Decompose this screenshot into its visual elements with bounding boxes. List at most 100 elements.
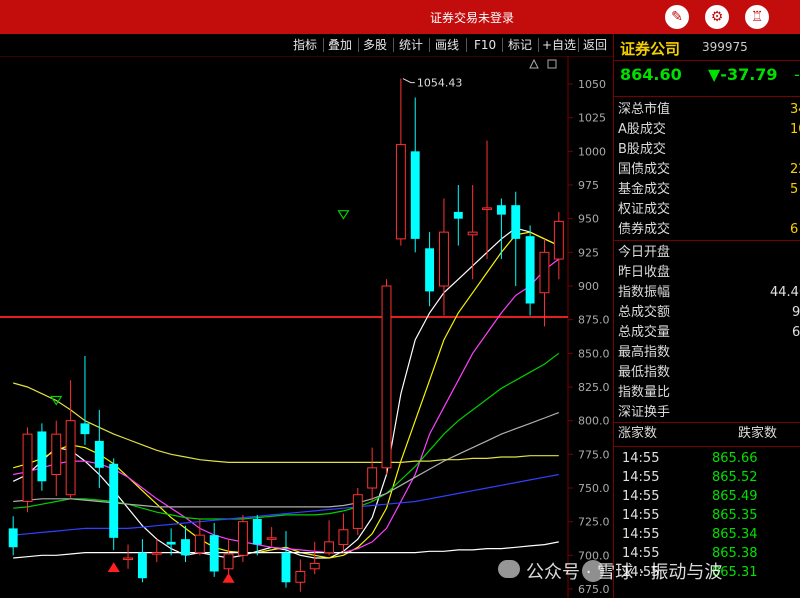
info-label: B股成交 [618,142,666,157]
candle-body [223,553,234,570]
chart-collapse-icon [529,58,539,69]
info-label: 最高指数 [618,345,671,360]
moving-average-line [12,227,560,559]
moving-average-line [13,473,559,536]
info-value: 108 [790,122,800,137]
candle-body [324,541,335,554]
tick-price: 865.49 [712,489,758,504]
info-label: 债券成交 [618,222,671,237]
candle-body [166,541,176,545]
tick-row: 14:55 865.35 [618,506,798,525]
buy-signal-arrow [222,573,235,583]
toolbar-separator [429,38,430,52]
info-label: 指数振幅 [618,285,671,300]
info-label: 深证换手 [618,405,671,420]
wrench-icon[interactable]: ✎ [665,5,689,29]
candle-body [94,440,104,468]
gear-icon[interactable]: ⚙ [705,5,729,29]
candle-body [525,236,535,304]
sell-signal-arrow [337,210,350,220]
y-tick-label: 775.0 [578,448,610,461]
y-tick-label: 750.0 [578,482,610,495]
candle-body [482,207,492,210]
candle-body [309,562,320,570]
toolbar-separator [502,38,503,52]
tick-row: 14:55 865.66 [618,449,798,468]
price-change-pct: - [794,65,800,84]
toolbar-back-button[interactable]: 返回 [583,36,607,54]
candle-body [295,570,306,583]
y-tick-label: 800.0 [578,415,610,428]
candlestick-chart[interactable]: 1050 1025 1000 975 950 925 900 875.0 850.0 825.0 8… [0,56,612,598]
divider [614,422,800,423]
candle-body [453,211,463,219]
stock-code: 399975 [702,40,748,54]
title-bar: 证券交易未登录 ✎ ⚙ ♖ [0,0,800,34]
tick-time: 14:55 [622,451,660,466]
current-price: 864.60 [620,65,682,84]
divider [614,446,800,447]
info-value: 22 [790,162,800,177]
y-tick-label: 950 [578,213,599,226]
toolbar-separator [358,38,359,52]
info-value: 6 [792,325,800,340]
info-label: 今日开盘 [618,245,671,260]
toolbar-f10-button[interactable]: F10 [474,36,496,54]
toolbar-indicator-button[interactable]: 指标 [293,36,317,54]
candle-body [539,251,550,294]
info-label: 指数量比 [618,385,671,400]
candle-body [252,518,262,545]
candle-body [496,205,506,215]
moving-average-line [13,352,560,520]
toolbar-draw-button[interactable]: 画线 [435,36,459,54]
candle-body [209,535,219,572]
info-label: 总成交额 [618,305,671,320]
y-tick-label: 1000 [578,145,606,158]
candle-body [338,529,349,546]
candle-body [281,552,291,583]
toolbar-separator [466,38,467,52]
candle-body [65,420,76,496]
window-title: 证券交易未登录 [430,11,515,25]
candle-body [123,557,134,561]
divider [614,60,800,61]
candle-body [511,205,521,239]
tick-time: 14:55 [622,470,660,485]
candle-body [395,144,406,240]
divider [614,240,800,241]
tick-row: 14:55 865.34 [618,525,798,544]
candle-body [352,494,363,529]
tick-row: 14:55 865.52 [618,468,798,487]
candle-body [80,423,90,435]
info-label: 最低指数 [618,365,671,380]
candle-body [109,463,119,538]
y-tick-label: 725.0 [578,516,610,529]
candle-body [237,521,248,556]
info-label: 总成交量 [618,325,671,340]
info-label: A股成交 [618,122,666,137]
candle-body [181,539,190,556]
toolbar-add-watchlist-button[interactable]: +自选 [542,36,576,54]
y-tick-label: 1025 [578,112,606,125]
tick-time: 14:55 [622,527,660,542]
info-label: 基金成交 [618,182,671,197]
candle-body [266,537,277,540]
toolbar-multistock-button[interactable]: 多股 [363,36,387,54]
shirt-icon[interactable]: ♖ [745,5,769,29]
wechat-icon [498,560,520,578]
toolbar-stats-button[interactable]: 统计 [399,36,423,54]
candle-body [438,231,449,287]
y-tick-label: 900 [578,280,599,293]
candle-body [425,248,435,292]
toolbar-mark-button[interactable]: 标记 [508,36,532,54]
stock-name: 证券公司 [620,40,681,58]
y-tick-label: 850.0 [578,347,610,360]
candle-body [467,231,478,236]
toolbar-overlay-button[interactable]: 叠加 [328,36,352,54]
info-value: 9 [792,305,800,320]
toolbar-separator [538,38,539,52]
candle-body [381,285,392,469]
info-value: 34 [790,102,800,117]
buy-signal-arrow [107,562,120,573]
candle-body [8,528,18,548]
